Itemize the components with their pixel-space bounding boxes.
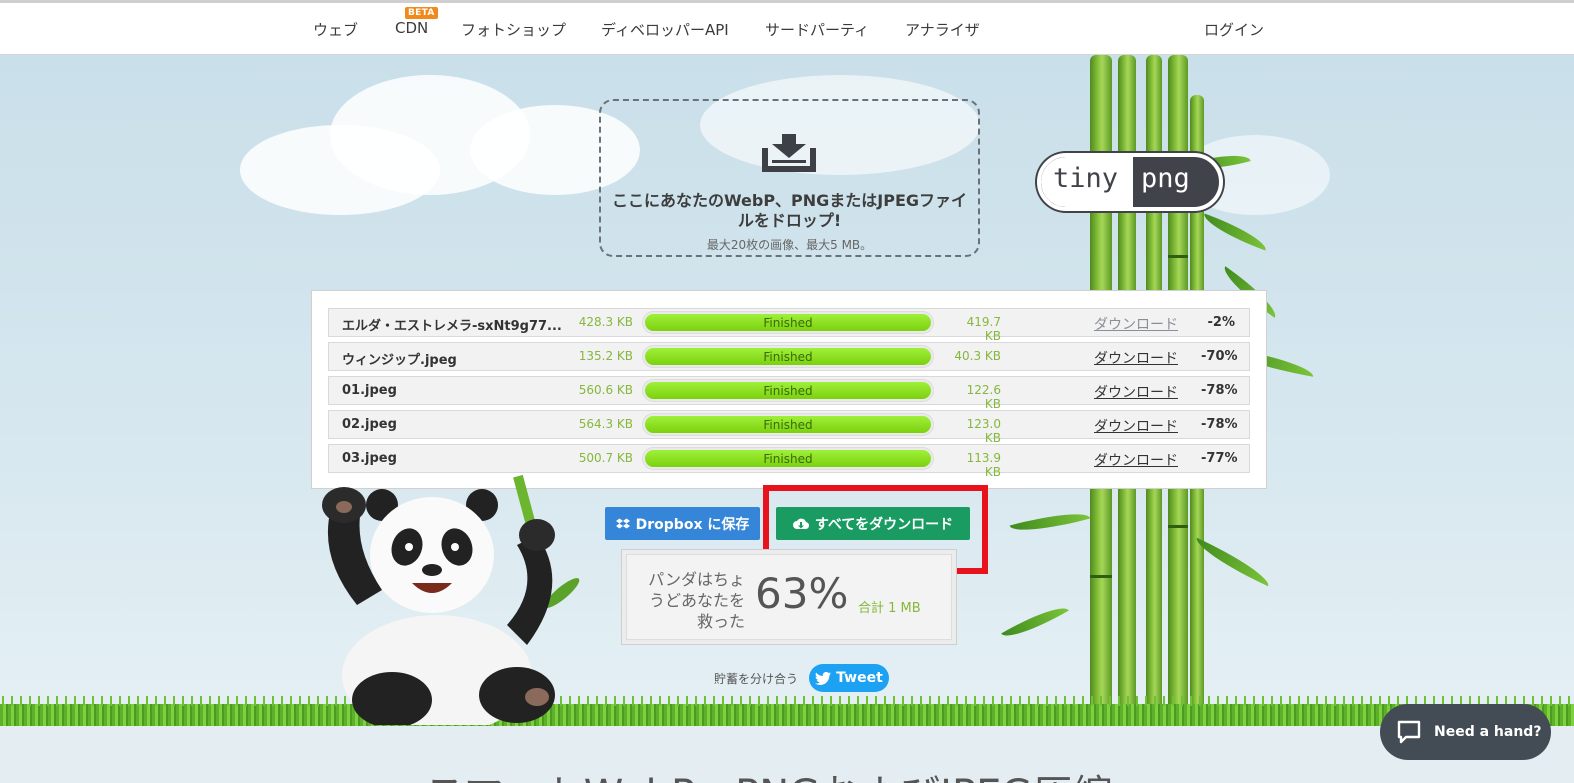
dropzone-subtitle: 最大20枚の画像、最大5 MB。 bbox=[706, 238, 873, 252]
original-size: 560.6 KB bbox=[578, 383, 633, 397]
panda-eye-left bbox=[405, 543, 413, 551]
top-nav: ウェブ CDN BETA フォトショップ ディベロッパーAPI サードパーティ … bbox=[0, 3, 1574, 55]
bamboo-leaf bbox=[1001, 598, 1069, 646]
tinypng-logo[interactable]: tiny png bbox=[1037, 153, 1223, 211]
section-heading: スマートWebP、PNGおよびJPEG圧縮 bbox=[425, 762, 1112, 783]
saving-percent: -70% bbox=[1201, 349, 1238, 364]
original-size: 500.7 KB bbox=[578, 451, 633, 465]
tray-download-icon bbox=[762, 134, 816, 172]
panda-mascot bbox=[322, 475, 580, 725]
nav-developer-api[interactable]: ディベロッパーAPI bbox=[601, 19, 729, 40]
file-name: 02.jpeg bbox=[342, 417, 397, 432]
result-row: 03.jpeg 500.7 KB Finished 113.9 KB ダウンロー… bbox=[328, 444, 1250, 479]
progress-status: Finished bbox=[763, 418, 813, 432]
compressed-size: 122.6 KB bbox=[966, 383, 1001, 411]
result-row: 02.jpeg 564.3 KB Finished 123.0 KB ダウンロー… bbox=[328, 410, 1250, 445]
share-label: 貯蓄を分け合う bbox=[714, 672, 799, 686]
original-size: 564.3 KB bbox=[578, 417, 633, 431]
nav-web[interactable]: ウェブ bbox=[313, 19, 358, 40]
progress-bar: Finished bbox=[642, 311, 934, 334]
savings-total: 合計 1 MB bbox=[858, 601, 921, 616]
download-link[interactable]: ダウンロード bbox=[1094, 348, 1178, 368]
file-name: ウィンジップ.jpeg bbox=[342, 353, 457, 368]
help-chat-button[interactable]: Need a hand? bbox=[1380, 704, 1551, 760]
progress-bar: Finished bbox=[642, 447, 934, 470]
tweet-button[interactable]: Tweet bbox=[809, 664, 889, 692]
bottom-section: スマートWebP、PNGおよびJPEG圧縮 bbox=[0, 726, 1574, 783]
progress-bar: Finished bbox=[642, 379, 934, 402]
panda-right-paw bbox=[519, 519, 555, 551]
compressed-size: 40.3 KB bbox=[954, 349, 1001, 363]
panda-eye-right bbox=[451, 543, 459, 551]
compressed-size: 419.7 KB bbox=[966, 315, 1001, 343]
dropzone[interactable]: ここにあなたのWebP、PNGまたはJPEGファイルをドロップ! 最大20枚の画… bbox=[599, 99, 980, 257]
nav-cdn[interactable]: CDN bbox=[395, 19, 428, 37]
chat-bubble-icon bbox=[1397, 720, 1421, 744]
progress-status: Finished bbox=[763, 350, 813, 364]
panda-paw-pad bbox=[336, 501, 352, 513]
panda-right-arm bbox=[507, 535, 553, 645]
panda-nose bbox=[422, 564, 442, 576]
saving-percent: -77% bbox=[1201, 451, 1238, 466]
savings-message: パンダはちょうどあなたを救った bbox=[648, 570, 745, 631]
result-row: エルダ・エストレメラ-sxNt9g77... 428.3 KB Finished… bbox=[328, 308, 1250, 343]
result-row: 01.jpeg 560.6 KB Finished 122.6 KB ダウンロー… bbox=[328, 376, 1250, 411]
download-link[interactable]: ダウンロード bbox=[1094, 416, 1178, 436]
saving-percent: -2% bbox=[1207, 315, 1235, 330]
nav-analyzer[interactable]: アナライザ bbox=[905, 19, 980, 40]
panda-foot-pad bbox=[525, 688, 549, 706]
compressed-size: 113.9 KB bbox=[966, 451, 1001, 479]
panda-head bbox=[370, 497, 494, 613]
saving-percent: -78% bbox=[1201, 417, 1238, 432]
help-label: Need a hand? bbox=[1434, 724, 1542, 740]
save-to-dropbox-button[interactable]: Dropbox に保存 bbox=[605, 507, 760, 540]
twitter-bird-icon bbox=[815, 671, 832, 685]
original-size: 428.3 KB bbox=[578, 315, 633, 329]
logo-text-png: png bbox=[1141, 163, 1190, 194]
bamboo-node bbox=[1168, 525, 1188, 528]
dropbox-button-label: Dropbox に保存 bbox=[635, 516, 750, 533]
bamboo-node bbox=[1168, 255, 1188, 258]
progress-status: Finished bbox=[763, 316, 813, 330]
dropzone-title: ここにあなたのWebP、PNGまたはJPEGファイルをドロップ! bbox=[611, 191, 968, 230]
download-link[interactable]: ダウンロード bbox=[1094, 314, 1178, 334]
download-link[interactable]: ダウンロード bbox=[1094, 382, 1178, 402]
original-size: 135.2 KB bbox=[578, 349, 633, 363]
beta-badge: BETA bbox=[405, 7, 438, 19]
file-name: エルダ・エストレメラ-sxNt9g77... bbox=[342, 319, 562, 334]
logo-text-tiny: tiny bbox=[1053, 163, 1119, 194]
savings-inner: パンダはちょうどあなたを救った 63% 合計 1 MB bbox=[626, 554, 952, 640]
savings-box: パンダはちょうどあなたを救った 63% 合計 1 MB bbox=[621, 549, 957, 645]
saving-percent: -78% bbox=[1201, 383, 1238, 398]
download-link[interactable]: ダウンロード bbox=[1094, 450, 1178, 470]
file-name: 01.jpeg bbox=[342, 383, 397, 398]
nav-third-party[interactable]: サードパーティ bbox=[765, 19, 869, 40]
savings-percent: 63% bbox=[755, 569, 849, 618]
progress-bar: Finished bbox=[642, 345, 934, 368]
tweet-label: Tweet bbox=[836, 670, 883, 686]
result-row: ウィンジップ.jpeg 135.2 KB Finished 40.3 KB ダウ… bbox=[328, 342, 1250, 371]
compressed-size: 123.0 KB bbox=[966, 417, 1001, 445]
progress-status: Finished bbox=[763, 384, 813, 398]
bamboo-leaf bbox=[1009, 504, 1091, 540]
results-panel: エルダ・エストレメラ-sxNt9g77... 428.3 KB Finished… bbox=[311, 290, 1267, 489]
progress-status: Finished bbox=[763, 452, 813, 466]
progress-bar: Finished bbox=[642, 413, 934, 436]
nav-photoshop[interactable]: フォトショップ bbox=[461, 19, 566, 40]
bamboo-leaf bbox=[1199, 213, 1271, 251]
file-name: 03.jpeg bbox=[342, 451, 397, 466]
grass bbox=[0, 696, 1574, 726]
bamboo-node bbox=[1090, 575, 1112, 578]
dropbox-icon bbox=[615, 518, 630, 528]
nav-login[interactable]: ログイン bbox=[1204, 19, 1264, 40]
